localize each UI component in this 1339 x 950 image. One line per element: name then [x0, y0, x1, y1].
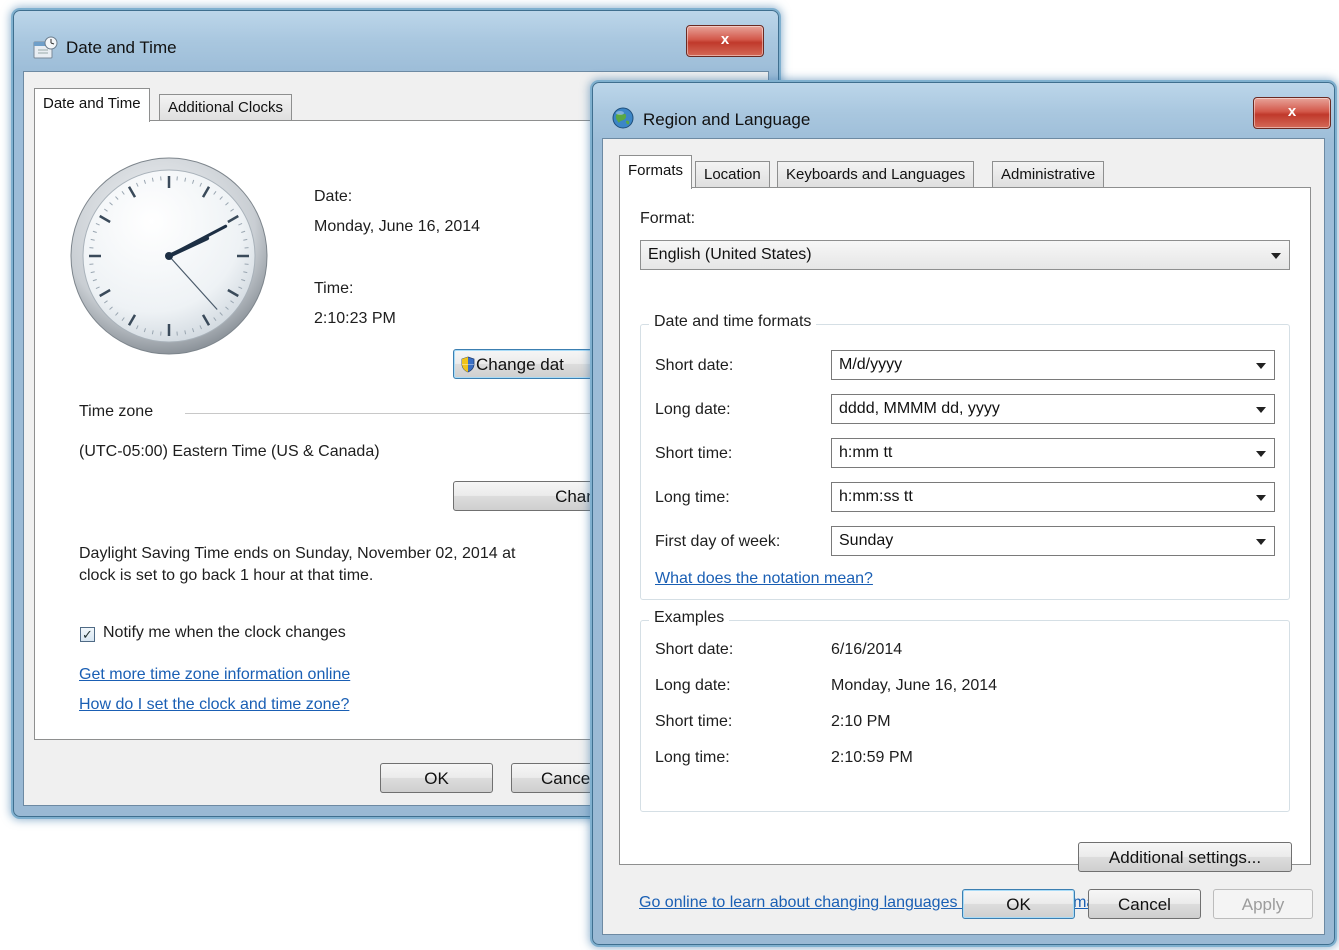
uac-shield-icon [461, 356, 475, 373]
button-label: Change dat [476, 355, 564, 374]
dst-notice-line-1: Daylight Saving Time ends on Sunday, Nov… [79, 545, 516, 562]
dropdown-arrow-icon [1256, 539, 1266, 545]
select-value: dddd, MMMM dd, yyyy [839, 400, 1000, 417]
notify-checkbox-label[interactable]: Notify me when the clock changes [103, 624, 346, 642]
time-zone-heading: Time zone [79, 403, 154, 420]
apply-button[interactable]: Apply [1213, 889, 1313, 919]
tab-label: Location [704, 166, 761, 183]
title-bar[interactable]: Date and Time x [14, 11, 778, 77]
tab-label: Additional Clocks [168, 99, 284, 116]
ok-button[interactable]: OK [380, 763, 493, 793]
group-heading: Examples [649, 609, 730, 627]
example-value: 2:10 PM [831, 713, 891, 730]
date-label: Date: [314, 188, 353, 205]
select-value: h:mm tt [839, 444, 893, 461]
first-day-of-week-select[interactable]: Sunday [831, 526, 1275, 556]
globe-icon [612, 107, 634, 129]
notation-help-link[interactable]: What does the notation mean? [655, 570, 873, 588]
tab-label: Date and Time [43, 95, 141, 112]
format-label: Format: [640, 210, 696, 227]
format-row-label: First day of week: [655, 533, 781, 550]
short-date-select[interactable]: M/d/yyyy [831, 350, 1275, 380]
how-to-set-clock-link[interactable]: How do I set the clock and time zone? [79, 696, 349, 714]
dialog-body: Formats Location Keyboards and Languages… [602, 138, 1325, 935]
date-time-formats-group: Date and time formats Short date: M/d/yy… [640, 313, 1290, 600]
time-value: 2:10:23 PM [314, 310, 396, 327]
tab-keyboards-and-languages[interactable]: Keyboards and Languages [777, 161, 975, 188]
window-title: Region and Language [643, 110, 811, 129]
format-row-label: Short time: [655, 445, 733, 462]
select-value: Sunday [839, 532, 894, 549]
tab-label: Formats [628, 162, 684, 179]
dropdown-arrow-icon [1256, 363, 1266, 369]
dropdown-arrow-icon [1256, 451, 1266, 457]
example-label: Short date: [655, 641, 734, 658]
example-label: Short time: [655, 713, 733, 730]
dropdown-arrow-icon [1256, 407, 1266, 413]
ok-button[interactable]: OK [962, 889, 1075, 919]
example-value: 2:10:59 PM [831, 749, 913, 766]
tab-label: Keyboards and Languages [786, 166, 966, 183]
select-value: M/d/yyyy [839, 356, 903, 373]
format-select[interactable]: English (United States) [640, 240, 1290, 270]
tab-location[interactable]: Location [695, 161, 770, 188]
select-value: h:mm:ss tt [839, 488, 913, 505]
long-date-select[interactable]: dddd, MMMM dd, yyyy [831, 394, 1275, 424]
group-heading: Date and time formats [649, 313, 817, 331]
tab-label: Administrative [1001, 166, 1096, 183]
date-time-app-icon [33, 36, 58, 59]
format-row-label: Short date: [655, 357, 734, 374]
close-button[interactable]: x [1253, 97, 1331, 129]
tab-date-and-time[interactable]: Date and Time [34, 88, 150, 122]
format-row-label: Long date: [655, 401, 731, 418]
long-time-select[interactable]: h:mm:ss tt [831, 482, 1275, 512]
dropdown-arrow-icon [1271, 253, 1281, 259]
examples-group: Examples Short date: 6/16/2014 Long date… [640, 609, 1290, 812]
time-label: Time: [314, 280, 354, 297]
close-button[interactable]: x [686, 25, 764, 57]
select-value: English (United States) [648, 246, 812, 263]
region-and-language-window: Region and Language x Formats Location K… [592, 82, 1335, 945]
close-icon: x [720, 31, 730, 48]
short-time-select[interactable]: h:mm tt [831, 438, 1275, 468]
example-value: Monday, June 16, 2014 [831, 677, 998, 694]
tab-administrative[interactable]: Administrative [992, 161, 1105, 188]
analog-clock [70, 157, 268, 355]
checkmark-icon: ✓ [82, 627, 93, 642]
additional-settings-button[interactable]: Additional settings... [1078, 842, 1292, 872]
example-label: Long time: [655, 749, 730, 766]
time-zone-value: (UTC-05:00) Eastern Time (US & Canada) [79, 443, 380, 460]
format-row-label: Long time: [655, 489, 730, 506]
notify-checkbox[interactable]: ✓ [80, 627, 95, 642]
dropdown-arrow-icon [1256, 495, 1266, 501]
example-value: 6/16/2014 [831, 641, 903, 658]
tab-panel: Format: English (United States) Date and… [619, 187, 1311, 872]
cancel-button[interactable]: Cancel [1088, 889, 1201, 919]
dst-notice-line-2: clock is set to go back 1 hour at that t… [79, 567, 374, 584]
tab-additional-clocks[interactable]: Additional Clocks [159, 94, 293, 121]
more-time-zone-info-link[interactable]: Get more time zone information online [79, 666, 350, 684]
window-title: Date and Time [66, 38, 177, 57]
example-label: Long date: [655, 677, 731, 694]
date-value: Monday, June 16, 2014 [314, 218, 481, 235]
tab-formats[interactable]: Formats [619, 155, 693, 189]
close-icon: x [1287, 103, 1297, 120]
